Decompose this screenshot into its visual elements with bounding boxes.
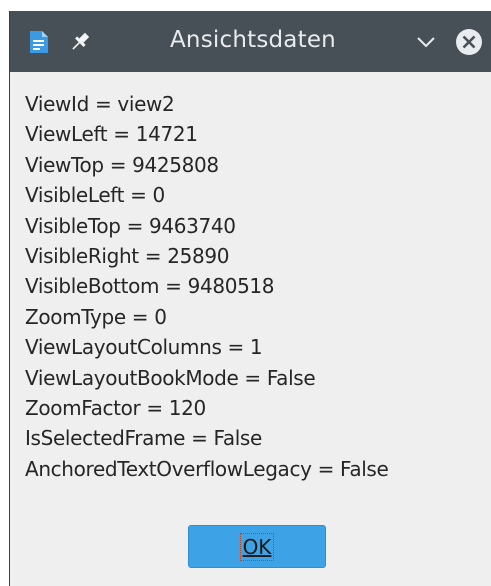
window-title: Ansichtsdaten	[170, 27, 336, 53]
view-data-line: VisibleRight = 25890	[25, 244, 230, 269]
close-icon[interactable]	[455, 28, 483, 56]
view-data-line: ViewLayoutBookMode = False	[25, 365, 316, 390]
view-data-line: ViewLeft = 14721	[25, 122, 198, 147]
dialog-window: Ansichtsdaten ViewId = view2 ViewLeft = …	[9, 11, 491, 586]
view-data-line: AnchoredTextOverflowLegacy = False	[25, 456, 389, 481]
view-data-line: VisibleLeft = 0	[25, 183, 165, 208]
view-data-line: VisibleTop = 9463740	[25, 213, 236, 238]
view-data-line: ZoomType = 0	[25, 304, 167, 329]
view-data-list: ViewId = view2 ViewLeft = 14721 ViewTop …	[25, 89, 487, 484]
view-data-line: ViewId = view2	[25, 92, 175, 116]
ok-button-label: OK	[239, 532, 275, 561]
chevron-down-icon[interactable]	[415, 33, 437, 51]
view-data-line: VisibleBottom = 9480518	[25, 274, 275, 299]
title-bar[interactable]: Ansichtsdaten	[10, 11, 491, 72]
ok-button[interactable]: OK	[188, 525, 326, 568]
view-data-line: IsSelectedFrame = False	[25, 426, 262, 451]
view-data-line: ViewLayoutColumns = 1	[25, 335, 263, 360]
document-app-icon	[29, 30, 49, 54]
pin-icon[interactable]	[68, 30, 92, 54]
view-data-line: ZoomFactor = 120	[25, 396, 206, 421]
view-data-line: ViewTop = 9425808	[25, 152, 219, 177]
